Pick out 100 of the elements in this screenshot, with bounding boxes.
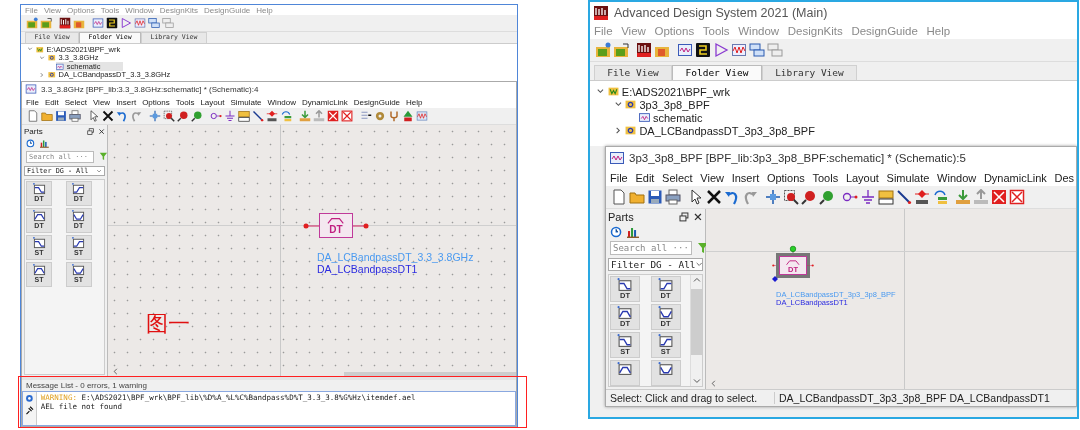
- scrollbar[interactable]: [344, 372, 516, 377]
- pointer-icon[interactable]: [88, 110, 100, 122]
- menu-item[interactable]: Options: [67, 5, 95, 15]
- palette-item[interactable]: [610, 360, 640, 386]
- menu-item[interactable]: Simulate: [230, 97, 262, 107]
- menu-item[interactable]: View: [43, 5, 62, 15]
- menu-item[interactable]: Tools: [812, 171, 839, 184]
- gear-icon[interactable]: [374, 110, 386, 122]
- chart-icon[interactable]: [134, 17, 146, 29]
- menu-item[interactable]: File: [26, 97, 39, 107]
- clock-icon[interactable]: [26, 139, 35, 148]
- zoom-out-icon[interactable]: [191, 110, 203, 122]
- menu-item[interactable]: Layout: [845, 171, 879, 184]
- menu-item[interactable]: Edit: [635, 171, 655, 184]
- swap-icon[interactable]: [280, 110, 292, 122]
- tree-item[interactable]: schematic: [638, 111, 736, 124]
- new-document-icon[interactable]: [611, 189, 627, 205]
- delete-icon[interactable]: [102, 110, 114, 122]
- waveform-icon[interactable]: [416, 110, 428, 122]
- menu-item[interactable]: DesignGuide: [204, 5, 251, 15]
- pop-up-icon[interactable]: [313, 110, 325, 122]
- pine-tree-icon[interactable]: [402, 110, 414, 122]
- cascade-windows-icon[interactable]: [148, 17, 160, 29]
- menu-item[interactable]: Insert: [731, 171, 760, 184]
- redo-icon[interactable]: [130, 110, 142, 122]
- tab[interactable]: Library View: [761, 64, 858, 80]
- save-icon[interactable]: [55, 110, 67, 122]
- fork-icon[interactable]: [388, 110, 400, 122]
- menu-item[interactable]: Des: [1054, 171, 1075, 184]
- chevron-icon[interactable]: [613, 126, 623, 135]
- menu-item[interactable]: Tools: [100, 5, 120, 15]
- new-workspace-icon[interactable]: [26, 17, 38, 29]
- app-logo-icon[interactable]: [59, 17, 71, 29]
- new-workspace-icon[interactable]: [595, 42, 611, 58]
- chart-icon[interactable]: [731, 42, 747, 58]
- ground-icon[interactable]: [224, 110, 236, 122]
- menu-item[interactable]: Simulate: [886, 171, 930, 184]
- undo-icon[interactable]: [724, 189, 740, 205]
- menu-item[interactable]: Options: [142, 97, 170, 107]
- menu-item[interactable]: Help: [926, 25, 951, 37]
- menu-item[interactable]: Window: [738, 25, 780, 37]
- new-document-icon[interactable]: [27, 110, 39, 122]
- printer-icon[interactable]: [665, 189, 681, 205]
- printer-icon[interactable]: [69, 110, 81, 122]
- app-logo-icon[interactable]: [636, 42, 652, 58]
- menu-item[interactable]: Options: [766, 171, 805, 184]
- crossed-box-icon[interactable]: [1009, 189, 1025, 205]
- menu-item[interactable]: View: [92, 97, 111, 107]
- library-icon[interactable]: [39, 139, 49, 148]
- node-name-icon[interactable]: [266, 110, 278, 122]
- tile-windows-icon[interactable]: [767, 42, 783, 58]
- pin-icon[interactable]: [25, 405, 34, 415]
- triangle-icon[interactable]: [120, 17, 132, 29]
- terminal-icon[interactable]: [106, 17, 118, 29]
- tree-item[interactable]: 3p3_3p8_BPF: [613, 98, 743, 111]
- variable-icon[interactable]: [878, 189, 894, 205]
- menu-item[interactable]: Tools: [175, 97, 195, 107]
- list-arrow-icon[interactable]: [360, 110, 372, 122]
- menu-item[interactable]: DynamicLink: [983, 171, 1047, 184]
- open-folder-icon[interactable]: [41, 110, 53, 122]
- ground-icon[interactable]: [860, 189, 876, 205]
- swap-icon[interactable]: [932, 189, 948, 205]
- chevron-icon[interactable]: [613, 100, 623, 109]
- menu-item[interactable]: Layout: [200, 97, 225, 107]
- zoom-area-icon[interactable]: [163, 110, 175, 122]
- close-icon[interactable]: [97, 127, 105, 136]
- menu-item[interactable]: Tools: [702, 25, 730, 37]
- move-icon[interactable]: [765, 189, 781, 205]
- filter-dropdown[interactable]: Filter DG - All: [608, 258, 703, 272]
- terminal-icon[interactable]: [695, 42, 711, 58]
- chevron-left-icon[interactable]: [709, 379, 718, 388]
- menu-item[interactable]: File: [610, 171, 628, 184]
- crossed-box-icon[interactable]: [991, 189, 1007, 205]
- open-workspace-icon[interactable]: [40, 17, 52, 29]
- wire-icon[interactable]: [896, 189, 912, 205]
- filter-symbol[interactable]: DT: [319, 213, 353, 238]
- menu-item[interactable]: View: [700, 171, 724, 184]
- tree-item[interactable]: E:\ADS2021\BPF_wrk: [596, 85, 763, 98]
- chevron-left-icon[interactable]: [111, 367, 120, 376]
- menu-item[interactable]: DesignGuide: [851, 25, 918, 37]
- zoom-area-icon[interactable]: [783, 189, 799, 205]
- clock-icon[interactable]: [610, 226, 623, 239]
- menu-item[interactable]: Window: [937, 171, 977, 184]
- wire-icon[interactable]: [252, 110, 264, 122]
- menu-item[interactable]: DynamicLink: [302, 97, 348, 107]
- pointer-icon[interactable]: [688, 189, 704, 205]
- close-icon[interactable]: [693, 212, 703, 222]
- menu-item[interactable]: Edit: [44, 97, 59, 107]
- menu-item[interactable]: DesignKits: [787, 25, 843, 37]
- redo-icon[interactable]: [742, 189, 758, 205]
- push-down-icon[interactable]: [955, 189, 971, 205]
- save-icon[interactable]: [647, 189, 663, 205]
- tab[interactable]: Folder View: [672, 64, 762, 80]
- variable-icon[interactable]: [238, 110, 250, 122]
- zoom-out-icon[interactable]: [819, 189, 835, 205]
- pop-up-icon[interactable]: [973, 189, 989, 205]
- menu-item[interactable]: Select: [64, 97, 87, 107]
- node-name-icon[interactable]: [914, 189, 930, 205]
- gear-icon[interactable]: [25, 394, 34, 403]
- port-icon[interactable]: [210, 110, 222, 122]
